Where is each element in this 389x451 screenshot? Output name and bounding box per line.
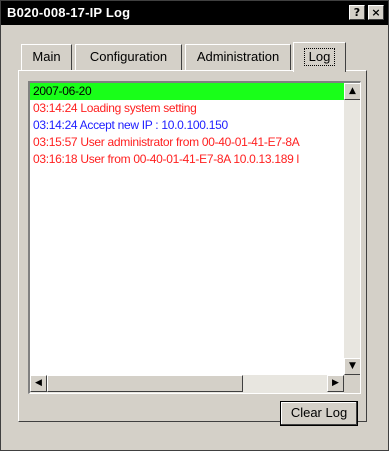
clear-log-label: Clear Log bbox=[290, 405, 348, 420]
close-icon: × bbox=[371, 6, 381, 19]
horizontal-scroll-thumb[interactable] bbox=[47, 375, 243, 392]
close-button[interactable]: × bbox=[368, 5, 384, 20]
help-button[interactable]: ? bbox=[349, 5, 365, 20]
log-list[interactable]: 2007-06-20 03:14:24 Loading system setti… bbox=[30, 83, 344, 375]
scroll-right-button[interactable]: ▶ bbox=[327, 375, 344, 392]
arrow-left-icon: ◀ bbox=[35, 378, 42, 388]
log-line[interactable]: 03:15:57 User administrator from 00-40-0… bbox=[30, 134, 344, 151]
clear-log-button[interactable]: Clear Log bbox=[280, 401, 358, 426]
tab-administration[interactable]: Administration bbox=[185, 44, 291, 70]
vertical-scrollbar[interactable]: ▲ ▼ bbox=[344, 83, 360, 375]
tab-main-label: Main bbox=[32, 49, 61, 64]
arrow-down-icon: ▼ bbox=[349, 361, 356, 371]
log-window: B020-008-17-IP Log ? × Main Configuratio… bbox=[0, 0, 389, 451]
tab-administration-label: Administration bbox=[196, 49, 280, 64]
scroll-down-button[interactable]: ▼ bbox=[344, 358, 360, 375]
title-bar[interactable]: B020-008-17-IP Log ? × bbox=[1, 1, 388, 25]
scrollbar-corner bbox=[344, 375, 360, 393]
arrow-right-icon: ▶ bbox=[332, 378, 339, 388]
log-line[interactable]: 2007-06-20 bbox=[30, 83, 344, 100]
tab-configuration-label: Configuration bbox=[89, 49, 168, 64]
help-icon: ? bbox=[353, 6, 361, 19]
tab-main[interactable]: Main bbox=[21, 44, 72, 70]
tab-log-label: Log bbox=[303, 48, 336, 66]
log-line[interactable]: 03:14:24 Loading system setting bbox=[30, 100, 344, 117]
log-line[interactable]: 03:16:18 User from 00-40-01-41-E7-8A 10.… bbox=[30, 151, 344, 168]
log-listbox[interactable]: 2007-06-20 03:14:24 Loading system setti… bbox=[28, 81, 361, 394]
log-line[interactable]: 03:14:24 Accept new IP : 10.0.100.150 bbox=[30, 117, 344, 134]
tab-configuration[interactable]: Configuration bbox=[75, 44, 182, 70]
scroll-left-button[interactable]: ◀ bbox=[30, 375, 47, 392]
horizontal-scrollbar[interactable]: ◀ ▶ bbox=[30, 375, 344, 393]
window-title: B020-008-17-IP Log bbox=[7, 5, 131, 20]
tab-log[interactable]: Log bbox=[293, 42, 346, 72]
arrow-up-icon: ▲ bbox=[349, 86, 356, 96]
scroll-up-button[interactable]: ▲ bbox=[344, 83, 360, 100]
